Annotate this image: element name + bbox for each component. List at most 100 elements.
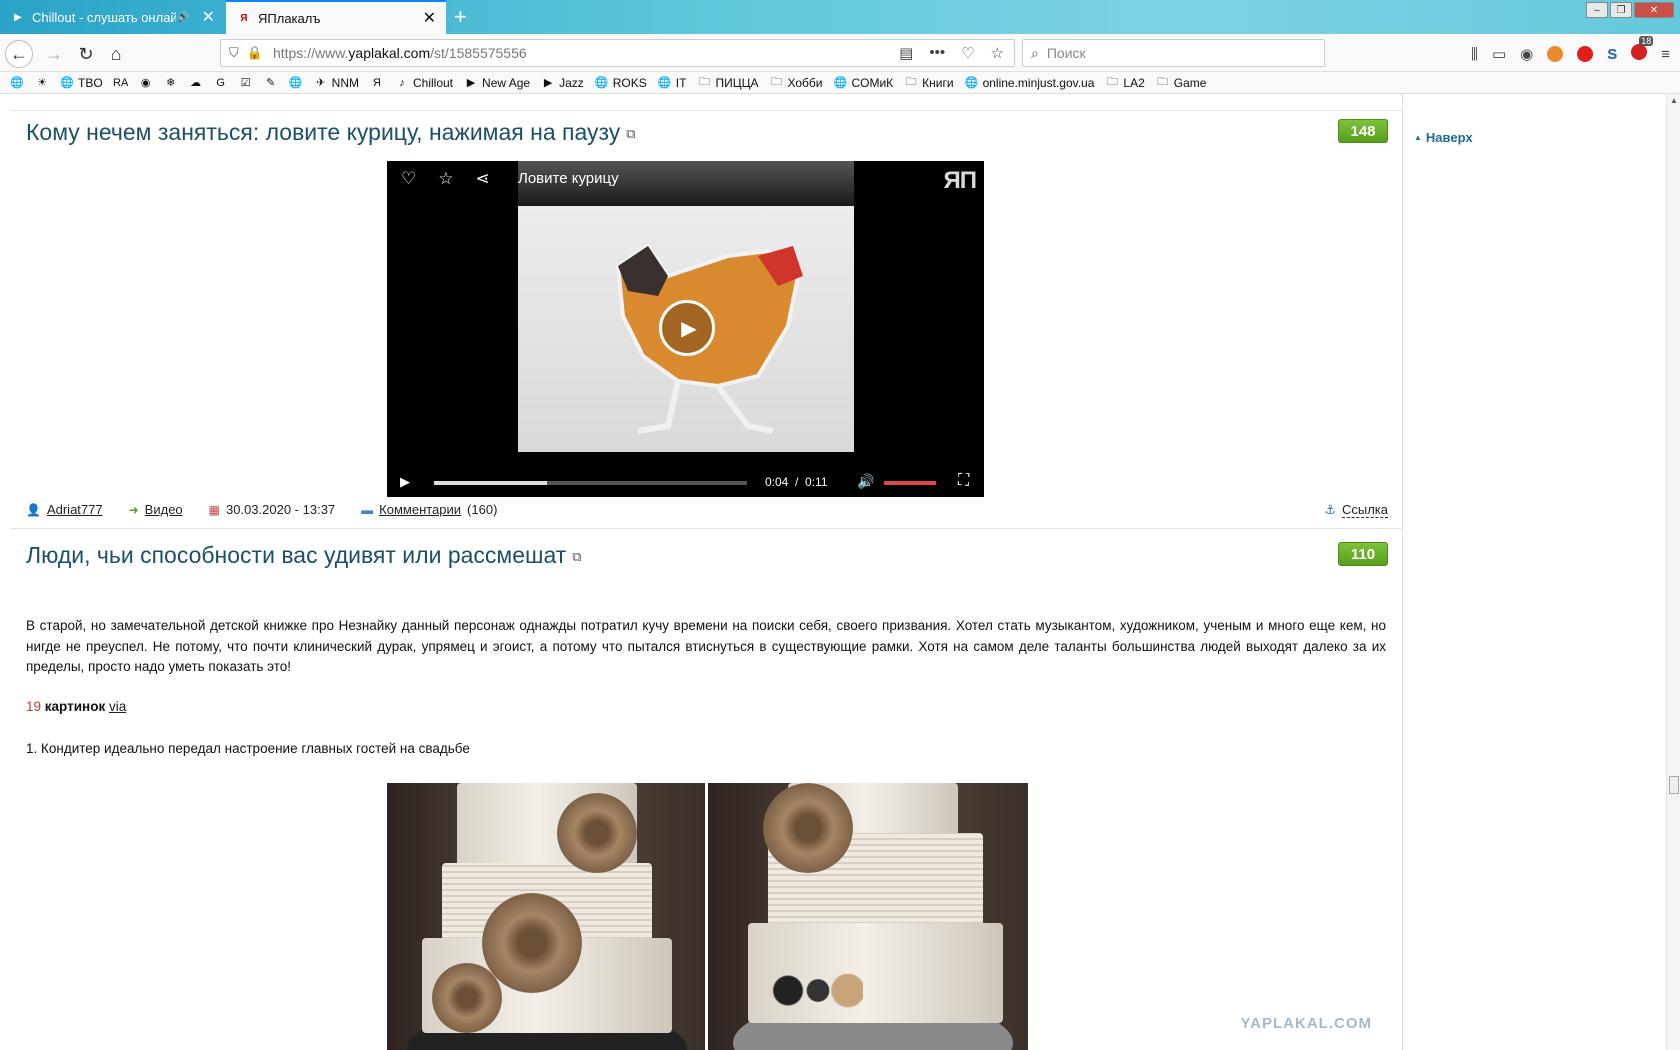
bookmark-label: Хобби [787, 75, 823, 90]
bookmark-item[interactable]: ▶ New Age [464, 76, 530, 90]
category-link[interactable]: Видео [145, 502, 183, 517]
progress-bar[interactable] [434, 481, 747, 485]
bookmark-item[interactable]: 🗀 Хобби [769, 75, 823, 90]
bookmark-item[interactable]: ☑ [239, 76, 253, 90]
play-circle-icon: ▶ [466, 77, 476, 89]
back-to-top-label[interactable]: Наверх [1426, 130, 1473, 145]
bookmark-item[interactable]: Я [370, 76, 384, 90]
edit-icon: ✎ [266, 77, 276, 89]
open-new-window-icon[interactable]: ⧉ [626, 126, 635, 141]
url-bar[interactable]: ⛉ 🔒 https://www.yaplakal.com/st/15855755… [220, 39, 1015, 67]
sidebar-toggle-icon[interactable]: ▭ [1492, 45, 1506, 63]
bookmark-item[interactable]: ▶ Jazz [541, 76, 584, 90]
ra-icon: RA [113, 76, 129, 89]
reload-icon[interactable]: ↻ [72, 40, 100, 68]
bookmark-item[interactable]: ✈ NNM [314, 76, 359, 90]
back-to-top-link[interactable]: ▲ Наверх [1414, 130, 1473, 145]
bookmark-item[interactable]: ◉ [139, 76, 153, 90]
volume-icon[interactable]: 🔊 [857, 473, 874, 490]
bookmark-item[interactable]: ✎ [264, 76, 278, 90]
forward-arrow-icon[interactable]: → [40, 40, 68, 68]
bookmark-item[interactable]: G [214, 76, 228, 90]
window-close-icon[interactable]: ✕ [1634, 2, 1674, 18]
bookmark-item[interactable]: 🌐 ROKS [595, 76, 647, 90]
reader-view-icon[interactable]: ▤ [899, 44, 913, 62]
bookmark-item[interactable]: 🗀 Game [1156, 76, 1206, 90]
post-title[interactable]: Люди, чьи способности вас удивят или рас… [26, 542, 582, 569]
volume-slider[interactable] [884, 481, 936, 485]
bookmark-item[interactable]: 🌐 [10, 76, 24, 90]
lock-icon[interactable]: 🔒 [247, 45, 263, 61]
tab-yaplakal[interactable]: Я ЯПлакалъ ✕ [226, 0, 446, 34]
bookmark-item[interactable]: ☀ [35, 76, 49, 90]
bookmark-star-icon[interactable]: ☆ [991, 44, 1004, 62]
play-button[interactable]: ▶ [387, 474, 423, 490]
bookmark-item[interactable]: 🌐 COMиК [833, 76, 894, 90]
bookmark-item[interactable]: ♪ Chillout [395, 76, 453, 90]
weather-icon: ☁ [190, 77, 202, 89]
post-link[interactable]: ⚓ Ссылка [1324, 502, 1388, 518]
close-tab-icon[interactable]: ✕ [423, 8, 436, 28]
link-anchor-text[interactable]: Ссылка [1341, 502, 1388, 518]
url-text[interactable]: https://www.yaplakal.com/st/1585575556 [273, 45, 899, 61]
author-link[interactable]: Adriat777 [47, 502, 103, 517]
big-play-button[interactable]: ▶ [659, 300, 715, 356]
home-icon[interactable]: ⌂ [102, 40, 130, 68]
url-prefix: https://www. [272, 45, 349, 61]
scrollbar[interactable]: ▲ [1666, 94, 1680, 1050]
adblock-icon[interactable]: 18 [1631, 36, 1654, 64]
search-input[interactable]: ⌕ Поиск [1022, 39, 1325, 67]
bookmark-item[interactable]: ☁ [189, 76, 203, 90]
menu-icon[interactable]: ≡ [1661, 46, 1670, 63]
account-icon[interactable]: ◉ [1520, 45, 1533, 63]
video-player[interactable]: ♡ ☆ ⋖ Ловите курицу ЯП ▶ ▶ 0:04 / 0:11 🔊… [387, 161, 984, 497]
bookmark-item[interactable]: RA [113, 76, 129, 90]
folder-icon: 🗀 [1157, 76, 1169, 88]
heart-icon[interactable]: ♡ [401, 169, 416, 189]
shield-icon[interactable]: ⛉ [229, 45, 239, 61]
new-tab-icon[interactable]: + [454, 4, 467, 30]
window-controls: – ❐ ✕ [1586, 2, 1674, 18]
cake-image-left[interactable] [387, 783, 705, 1050]
back-arrow-icon[interactable]: ← [5, 40, 33, 68]
fullscreen-icon[interactable]: ⛶ [958, 472, 969, 490]
bookmark-item[interactable]: ❄ [164, 76, 178, 90]
post-title-text[interactable]: Кому нечем заняться: ловите курицу, нажи… [26, 119, 620, 145]
progress-fill [434, 481, 547, 485]
post-title[interactable]: Кому нечем заняться: ловите курицу, нажи… [26, 119, 636, 146]
pocket-icon[interactable]: ♡ [961, 44, 974, 62]
maximize-icon[interactable]: ❐ [1610, 2, 1632, 18]
scrollbar-thumb[interactable] [1669, 776, 1679, 794]
globe-icon: 🌐 [833, 77, 848, 89]
open-new-window-icon[interactable]: ⧉ [572, 549, 581, 564]
time-separator: / [795, 475, 799, 489]
favorite-star-icon[interactable]: ☆ [438, 169, 453, 189]
bookmark-item[interactable]: 🗀 Книги [904, 76, 954, 90]
calendar-icon: ▦ [208, 502, 220, 517]
bookmark-item[interactable]: 🗀 ПИЦЦА [697, 76, 759, 90]
minimize-icon[interactable]: – [1586, 2, 1608, 18]
speaker-icon[interactable]: 🔊 [176, 9, 192, 25]
more-actions-icon[interactable]: ••• [929, 44, 945, 62]
stop-icon[interactable] [1577, 46, 1594, 62]
post-title-text[interactable]: Люди, чьи способности вас удивят или рас… [26, 542, 566, 568]
skype-icon[interactable]: S [1607, 46, 1617, 63]
previous-post-meta-cut [26, 88, 29, 102]
basketball-icon[interactable] [1547, 46, 1564, 62]
folder-icon: 🗀 [905, 76, 917, 88]
bookmark-item[interactable]: 🗀 LA2 [1105, 76, 1145, 90]
library-icon[interactable]: ⫼ [1471, 46, 1478, 63]
cake-image-right[interactable] [708, 783, 1028, 1050]
bookmark-item[interactable]: 🌐 [289, 76, 303, 90]
bookmark-item[interactable]: 🌐 TBO [60, 76, 103, 90]
share-icon[interactable]: ⋖ [476, 169, 490, 189]
bookmark-item[interactable]: 🌐 online.minjust.gov.ua [965, 76, 1095, 90]
bookmark-item[interactable]: 🌐 IT [658, 76, 687, 90]
comments-link[interactable]: Комментарии [379, 502, 461, 517]
scroll-up-icon[interactable]: ▲ [1670, 96, 1678, 105]
tab-chillout[interactable]: ▶ Chillout - слушать онлай 🔊 ✕ [0, 0, 225, 34]
close-tab-icon[interactable]: ✕ [202, 7, 215, 27]
comments-count: (160) [467, 502, 498, 517]
video-controls: ▶ 0:04 / 0:11 🔊 ⛶ [387, 467, 984, 497]
via-link[interactable]: via [109, 699, 126, 714]
